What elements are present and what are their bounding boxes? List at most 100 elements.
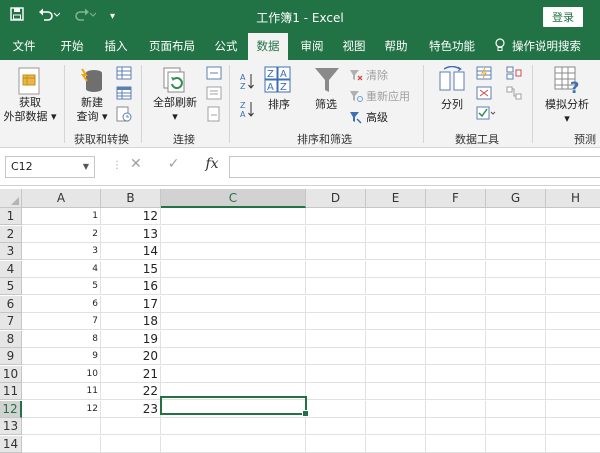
cell-h4[interactable] [546,261,600,278]
new-query-button[interactable]: 新建 查询 ▾ [72,96,112,124]
cell-f13[interactable] [426,418,486,435]
consolidate-icon[interactable] [506,66,522,83]
cell-h1[interactable] [546,208,600,225]
cell-f3[interactable] [426,243,486,260]
cell-e11[interactable] [366,383,426,400]
cell-d2[interactable] [306,225,366,243]
cell-a5[interactable]: 5 [22,278,101,295]
cell-e2[interactable] [366,225,426,243]
cell-a9[interactable]: 9 [22,348,101,365]
column-header-f[interactable]: F [426,189,486,208]
cell-f7[interactable] [426,313,486,330]
cell-c7[interactable] [161,313,306,330]
cell-c13[interactable] [161,418,306,435]
cell-g8[interactable] [486,330,546,348]
cell-c4[interactable] [161,260,306,278]
cell-h9[interactable] [546,348,600,365]
cell-a7[interactable]: 7 [22,313,101,330]
cell-g9[interactable] [486,348,546,365]
cell-b5[interactable]: 16 [101,278,161,295]
sort-a-to-z-icon[interactable]: AZ [240,72,254,93]
cell-f9[interactable] [426,348,486,365]
sort-z-to-a-icon[interactable]: ZA [240,100,254,121]
tell-me-search[interactable]: 操作说明搜索 [494,33,581,60]
cell-c1[interactable] [161,208,306,225]
cell-g11[interactable] [486,383,546,400]
tab-view[interactable]: 视图 [334,33,374,60]
cell-b9[interactable]: 20 [101,348,161,365]
cell-a8[interactable]: 8 [22,330,101,348]
row-header-10[interactable]: 10 [0,365,22,383]
row-header-4[interactable]: 4 [0,260,22,278]
remove-duplicates-icon[interactable] [476,86,492,103]
row-header-9[interactable]: 9 [0,348,22,365]
row-header-3[interactable]: 3 [0,243,22,260]
cell-g12[interactable] [486,400,546,418]
column-header-d[interactable]: D [306,189,366,208]
cell-b13[interactable] [101,418,161,435]
relationships-icon[interactable] [506,86,522,103]
show-queries-icon[interactable] [116,66,132,83]
tab-page-layout[interactable]: 页面布局 [140,33,204,60]
cell-e12[interactable] [366,400,426,418]
cell-c3[interactable] [161,243,306,260]
drag-handle-icon[interactable]: ⋮ [112,160,122,171]
column-header-h[interactable]: H [546,189,600,208]
column-header-a[interactable]: A [22,189,101,208]
select-all-button[interactable] [0,189,22,208]
tab-help[interactable]: 帮助 [376,33,416,60]
cell-e4[interactable] [366,260,426,278]
row-header-12[interactable]: 12 [0,400,22,418]
tab-file[interactable]: 文件 [4,33,44,60]
cell-g3[interactable] [486,243,546,260]
cell-g5[interactable] [486,278,546,295]
cell-d8[interactable] [306,330,366,348]
tab-review[interactable]: 审阅 [292,33,332,60]
cell-d12[interactable] [306,400,366,418]
cell-h2[interactable] [546,226,600,243]
formula-input[interactable] [229,156,600,178]
cell-g7[interactable] [486,313,546,330]
sort-button[interactable]: 排序 [262,98,296,112]
edit-links-icon[interactable] [206,106,222,125]
cell-g10[interactable] [486,365,546,383]
text-to-columns-button[interactable]: 分列 [434,98,470,112]
cell-a2[interactable]: 2 [22,225,101,243]
cell-h7[interactable] [546,313,600,330]
row-header-1[interactable]: 1 [0,208,22,225]
cancel-icon[interactable]: ✕ [130,156,142,172]
connections-icon[interactable] [206,66,222,83]
name-box[interactable]: C12 ▼ [5,156,95,178]
flash-fill-icon[interactable] [476,66,492,83]
cell-f5[interactable] [426,278,486,295]
tab-formulas[interactable]: 公式 [206,33,246,60]
cell-h12[interactable] [546,401,600,418]
cell-c6[interactable] [161,295,306,313]
cell-e6[interactable] [366,295,426,313]
cell-h13[interactable] [546,418,600,435]
cell-d1[interactable] [306,208,366,225]
cell-g13[interactable] [486,418,546,435]
cell-e9[interactable] [366,348,426,365]
cell-d7[interactable] [306,313,366,330]
cell-c8[interactable] [161,330,306,348]
active-cell-selection[interactable] [160,396,309,417]
cell-g2[interactable] [486,225,546,243]
insert-function-icon[interactable]: fx [205,156,218,172]
row-header-2[interactable]: 2 [0,225,22,243]
cell-d4[interactable] [306,260,366,278]
cell-g4[interactable] [486,260,546,278]
cell-e13[interactable] [366,418,426,435]
cell-g6[interactable] [486,295,546,313]
cell-b10[interactable]: 21 [101,365,161,383]
cell-g1[interactable] [486,208,546,225]
cell-f6[interactable] [426,295,486,313]
row-header-5[interactable]: 5 [0,278,22,295]
cell-a13[interactable] [22,418,101,435]
cell-b4[interactable]: 15 [101,260,161,278]
cell-h6[interactable] [546,296,600,313]
cell-f4[interactable] [426,260,486,278]
from-table-icon[interactable] [116,86,132,103]
cell-f11[interactable] [426,383,486,400]
tab-insert[interactable]: 插入 [96,33,136,60]
